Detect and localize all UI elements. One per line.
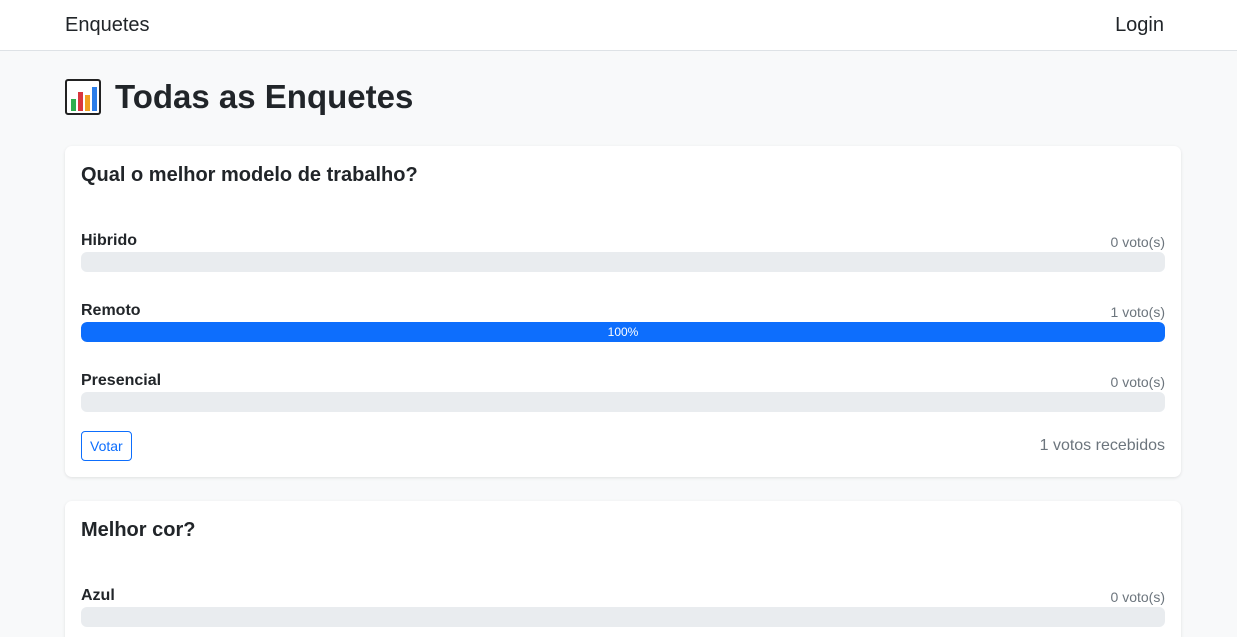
progress-fill: 100%: [81, 322, 1165, 342]
progress-bar: [81, 392, 1165, 412]
page-title-text: Todas as Enquetes: [115, 78, 414, 115]
option-label: Azul: [81, 587, 115, 604]
poll-option: Azul 0 voto(s): [81, 585, 1165, 627]
main-container: Todas as Enquetes Qual o melhor modelo d…: [0, 78, 1237, 637]
poll-option: Presencial 0 voto(s): [81, 370, 1165, 412]
poll-question: Melhor cor?: [81, 519, 196, 541]
option-votes: 0 voto(s): [1110, 234, 1165, 250]
progress-bar: [81, 252, 1165, 272]
option-label: Remoto: [81, 302, 141, 319]
poll-footer: Votar 1 votos recebidos: [81, 431, 1165, 461]
login-link[interactable]: Login: [1115, 14, 1164, 37]
poll-card: Melhor cor? Azul 0 voto(s): [65, 501, 1181, 637]
option-votes: 0 voto(s): [1110, 374, 1165, 390]
poll-option: Hibrido 0 voto(s): [81, 230, 1165, 272]
option-votes: 0 voto(s): [1110, 589, 1165, 605]
brand-link[interactable]: Enquetes: [65, 14, 150, 37]
vote-button[interactable]: Votar: [81, 431, 132, 461]
poll-option: Remoto 1 voto(s) 100%: [81, 300, 1165, 342]
progress-bar: 100%: [81, 322, 1165, 342]
page-title: Todas as Enquetes: [65, 78, 1181, 116]
option-label: Presencial: [81, 372, 162, 389]
option-label: Hibrido: [81, 232, 137, 249]
poll-question: Qual o melhor modelo de trabalho?: [81, 164, 418, 186]
option-votes: 1 voto(s): [1110, 304, 1165, 320]
navbar: Enquetes Login: [0, 0, 1237, 51]
poll-card: Qual o melhor modelo de trabalho? Hibrid…: [65, 146, 1181, 477]
total-votes: 1 votos recebidos: [1039, 437, 1165, 454]
bar-chart-icon: [65, 79, 101, 115]
progress-bar: [81, 607, 1165, 627]
